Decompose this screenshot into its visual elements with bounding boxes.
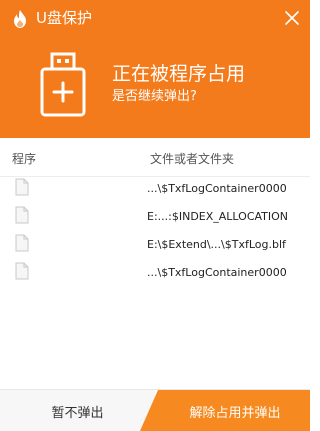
title-bar[interactable]: U盘保护: [0, 0, 310, 36]
headline: 正在被程序占用: [112, 63, 246, 85]
file-path: ...\$TxfLogContainer0000: [147, 182, 287, 195]
file-path: E:...:$INDEX_ALLOCATION: [147, 210, 289, 223]
header-banner: U盘保护 正在被程序占用 是否继续弹出?: [0, 0, 310, 138]
process-list[interactable]: ...\$TxfLogContainer0000 E:...:$INDEX_AL…: [0, 176, 310, 288]
unlock-and-eject-button[interactable]: 解除占用并弹出: [140, 390, 310, 431]
table-row[interactable]: ...\$TxfLogContainer0000: [0, 176, 310, 204]
file-path: ...\$TxfLogContainer0000: [147, 266, 287, 279]
table-row[interactable]: ...\$TxfLogContainer0000: [0, 260, 310, 288]
column-file: 文件或者文件夹: [150, 152, 235, 166]
confirm-button-label: 解除占用并弹出: [189, 406, 281, 421]
flame-shield-icon: [14, 10, 26, 28]
file-icon: [15, 178, 29, 196]
cancel-button-label: 暂不弹出: [51, 406, 104, 421]
close-icon[interactable]: [282, 8, 302, 28]
app-title: U盘保护: [36, 9, 92, 27]
subline: 是否继续弹出?: [112, 89, 197, 104]
file-path: E:\$Extend\...\$TxfLog.blf: [147, 238, 286, 251]
table-header: 程序 文件或者文件夹: [0, 138, 310, 177]
usb-drive-plus-icon: [40, 52, 86, 117]
file-icon: [15, 234, 29, 252]
footer-bar: 暂不弹出 解除占用并弹出: [0, 389, 310, 431]
file-icon: [15, 206, 29, 224]
cancel-button[interactable]: 暂不弹出: [0, 390, 155, 431]
file-icon: [15, 262, 29, 280]
column-program: 程序: [12, 152, 37, 166]
table-row[interactable]: E:\$Extend\...\$TxfLog.blf: [0, 232, 310, 260]
table-row[interactable]: E:...:$INDEX_ALLOCATION: [0, 204, 310, 232]
